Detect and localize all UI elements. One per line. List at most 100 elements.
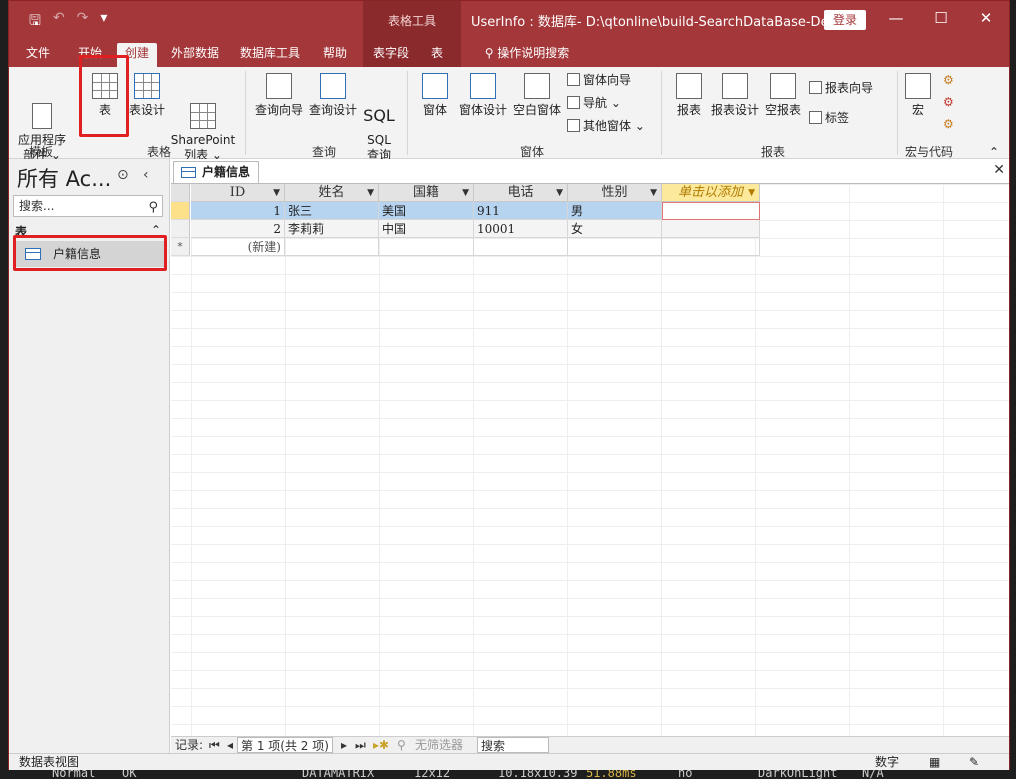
- nav-section-tables[interactable]: 表 ⌃: [15, 223, 165, 240]
- cell-name[interactable]: 张三: [285, 202, 379, 220]
- module-icon[interactable]: ⚙: [943, 71, 954, 89]
- class-module-icon[interactable]: ⚙: [943, 93, 954, 111]
- table-icon: [92, 73, 118, 99]
- cell-nationality[interactable]: 中国: [379, 220, 474, 238]
- bg-text: Normal: [52, 770, 96, 779]
- cell-name[interactable]: 李莉莉: [285, 220, 379, 238]
- last-record-icon[interactable]: ⏭: [355, 737, 366, 753]
- cell-empty[interactable]: [568, 238, 662, 256]
- labels-button[interactable]: 标签: [809, 109, 849, 127]
- dropdown-arrow-icon[interactable]: ▼: [650, 184, 657, 202]
- dropdown-arrow-icon[interactable]: ▼: [556, 184, 563, 202]
- report-design-button[interactable]: 报表设计: [709, 73, 761, 118]
- cell-empty[interactable]: [285, 238, 379, 256]
- blank-report-icon: [770, 73, 796, 99]
- bg-text: DarkOnLight: [758, 770, 838, 779]
- form-wizard-button[interactable]: 窗体向导: [567, 71, 631, 89]
- cell-empty[interactable]: [379, 238, 474, 256]
- datasheet-view-icon[interactable]: ▦: [929, 754, 940, 771]
- navigation-pane: 所有 Ac... ⊙ ‹ 搜索... ⚲ 表 ⌃ 户籍信息: [9, 159, 170, 753]
- customize-toolbar-icon[interactable]: ▾: [100, 10, 107, 34]
- row-selector[interactable]: [171, 202, 190, 220]
- query-wizard-button[interactable]: 查询向导: [253, 73, 305, 118]
- tab-create[interactable]: 创建: [117, 43, 157, 67]
- cell-id[interactable]: 1: [191, 202, 285, 220]
- title-bar: 🖫 ↶ ↷ ▾ UserInfo : 数据库- D:\qtonline\buil…: [9, 1, 1009, 39]
- dropdown-arrow-icon[interactable]: ▼: [462, 184, 469, 202]
- tab-table-fields-overlay[interactable]: 表字段: [373, 43, 409, 63]
- no-filter-icon[interactable]: ⚲: [397, 737, 406, 753]
- column-header-click-to-add[interactable]: 单击以添加 ▼: [662, 184, 760, 202]
- record-search-input[interactable]: 搜索: [477, 737, 549, 753]
- report-wizard-button[interactable]: 报表向导: [809, 79, 873, 97]
- blank-form-button[interactable]: 空白窗体: [511, 73, 563, 118]
- tab-home[interactable]: 开始: [73, 43, 107, 67]
- column-header-id[interactable]: ID ▼: [191, 184, 285, 202]
- current-record-field[interactable]: 第 1 项(共 2 项): [237, 737, 333, 753]
- chevron-up-icon[interactable]: ⌃: [151, 223, 161, 237]
- cell-phone[interactable]: 10001: [474, 220, 568, 238]
- table-design-button[interactable]: 表设计: [127, 73, 167, 118]
- column-header-phone[interactable]: 电话 ▼: [474, 184, 568, 202]
- cell-phone[interactable]: 911: [474, 202, 568, 220]
- maximize-button[interactable]: ☐: [928, 7, 954, 29]
- search-icon[interactable]: ⚲: [148, 198, 158, 218]
- save-icon[interactable]: 🖫: [29, 10, 41, 34]
- prev-record-icon[interactable]: ◂: [227, 737, 233, 753]
- tab-file[interactable]: 文件: [21, 43, 55, 67]
- redo-icon[interactable]: ↷: [77, 10, 89, 34]
- cell-id[interactable]: 2: [191, 220, 285, 238]
- blank-form-icon: [524, 73, 550, 99]
- nav-pane-menu-icon[interactable]: ⊙: [117, 167, 129, 183]
- nav-item-huji-xinxi[interactable]: 户籍信息: [15, 241, 164, 267]
- cell-gender[interactable]: 男: [568, 202, 662, 220]
- column-header-nationality[interactable]: 国籍 ▼: [379, 184, 474, 202]
- form-design-button[interactable]: 窗体设计: [457, 73, 509, 118]
- nav-search-input[interactable]: 搜索... ⚲: [13, 195, 163, 217]
- column-header-name[interactable]: 姓名 ▼: [285, 184, 379, 202]
- navigation-button[interactable]: 导航 ⌄: [567, 94, 621, 112]
- blank-report-button[interactable]: 空报表: [763, 73, 803, 118]
- cell-empty[interactable]: [662, 220, 760, 238]
- minimize-button[interactable]: —: [883, 7, 909, 29]
- visual-basic-icon[interactable]: ⚙: [943, 115, 954, 133]
- column-header-gender[interactable]: 性别 ▼: [568, 184, 662, 202]
- cell-gender[interactable]: 女: [568, 220, 662, 238]
- first-record-icon[interactable]: ⏮: [209, 737, 220, 753]
- window-title: UserInfo : 数据库- D:\qtonline\build-Search…: [471, 15, 848, 30]
- dropdown-arrow-icon[interactable]: ▼: [367, 184, 374, 202]
- cell-empty[interactable]: [474, 238, 568, 256]
- tell-me-search[interactable]: ⚲ 操作说明搜索: [467, 43, 587, 67]
- cell-new-field-editing[interactable]: [662, 202, 760, 220]
- next-record-icon[interactable]: ▸: [341, 737, 347, 753]
- macro-button[interactable]: 宏: [903, 73, 933, 118]
- cell-new-record[interactable]: (新建): [191, 238, 285, 256]
- more-forms-button[interactable]: 其他窗体 ⌄: [567, 117, 645, 135]
- close-button[interactable]: ✕: [973, 7, 999, 29]
- cell-empty[interactable]: [662, 238, 760, 256]
- undo-icon[interactable]: ↶: [53, 10, 65, 34]
- query-design-button[interactable]: 查询设计: [307, 73, 359, 118]
- design-view-icon[interactable]: ✎: [969, 754, 979, 771]
- tab-external-data[interactable]: 外部数据: [167, 43, 223, 67]
- dropdown-arrow-icon[interactable]: ▼: [273, 184, 280, 202]
- dropdown-arrow-icon[interactable]: ▼: [748, 184, 755, 202]
- tab-table-overlay[interactable]: 表: [427, 43, 447, 63]
- table-button[interactable]: 表: [85, 73, 125, 118]
- new-record-icon[interactable]: ▸✱: [373, 737, 389, 753]
- nav-pane-title[interactable]: 所有 Ac...: [17, 163, 111, 193]
- form-button[interactable]: 窗体: [417, 73, 453, 118]
- new-record-marker[interactable]: *: [171, 238, 190, 256]
- doc-tab-huji-xinxi[interactable]: 户籍信息: [173, 161, 259, 183]
- nav-pane-collapse-icon[interactable]: ‹: [143, 167, 149, 183]
- no-filter-label[interactable]: 无筛选器: [415, 737, 463, 753]
- login-button[interactable]: 登录: [824, 10, 866, 30]
- tab-help[interactable]: 帮助: [317, 43, 353, 67]
- cell-nationality[interactable]: 美国: [379, 202, 474, 220]
- group-label-tables: 表格: [147, 145, 172, 159]
- report-button[interactable]: 报表: [671, 73, 707, 118]
- select-all-corner[interactable]: [171, 184, 190, 202]
- row-selector[interactable]: [171, 220, 190, 238]
- close-document-icon[interactable]: ✕: [993, 162, 1005, 178]
- tab-database-tools[interactable]: 数据库工具: [235, 43, 305, 67]
